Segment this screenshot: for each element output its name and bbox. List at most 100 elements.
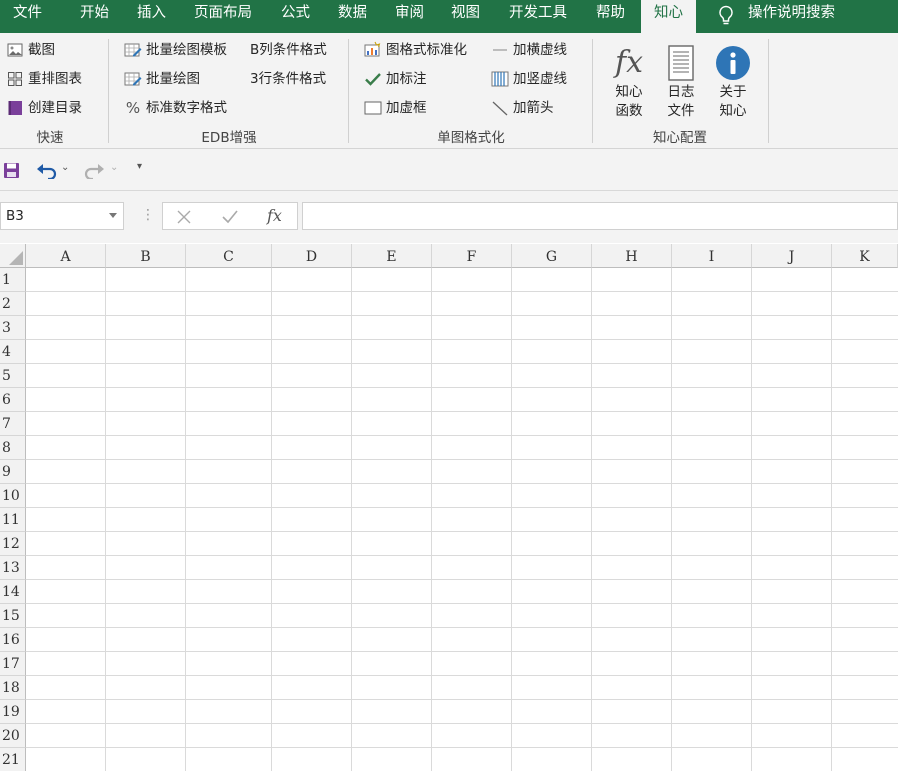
undo-icon[interactable] xyxy=(36,161,58,179)
ribbon: 截图 重排图表 创建目录 快速 批量绘图模板 批量绘图 % 标准数字格式 B列条… xyxy=(0,33,898,149)
screenshot-label: 截图 xyxy=(28,42,55,58)
column-header-c[interactable]: C xyxy=(186,244,272,268)
add-annotation-button[interactable]: 加标注 xyxy=(364,68,427,90)
row-header-5[interactable]: 5 xyxy=(0,364,26,388)
name-box[interactable]: B3 xyxy=(0,202,124,230)
group-label-format: 单图格式化 xyxy=(437,130,505,146)
tab-file[interactable]: 文件 xyxy=(13,0,42,33)
chart-format-standardize-button[interactable]: 图格式标准化 xyxy=(364,39,467,61)
row-header-12[interactable]: 12 xyxy=(0,532,26,556)
tab-data[interactable]: 数据 xyxy=(338,0,367,33)
enter-icon[interactable] xyxy=(222,210,238,224)
row-header-21[interactable]: 21 xyxy=(0,748,26,771)
gridline-horizontal xyxy=(26,339,898,340)
worksheet-grid[interactable]: A B C D E F G H I J K 1 2 3 4 5 6 7 8 9 10 11 12 13 14 15 16 17 18 19… xyxy=(0,244,898,771)
gridline-horizontal xyxy=(26,435,898,436)
gridline-horizontal xyxy=(26,459,898,460)
row-header-1[interactable]: 1 xyxy=(0,268,26,292)
group-separator xyxy=(348,39,349,143)
row-header-7[interactable]: 7 xyxy=(0,412,26,436)
row-header-16[interactable]: 16 xyxy=(0,628,26,652)
row-header-20[interactable]: 20 xyxy=(0,724,26,748)
info-icon xyxy=(710,41,756,81)
save-icon[interactable] xyxy=(3,162,20,179)
column-header-h[interactable]: H xyxy=(592,244,672,268)
zhixin-functions-button[interactable]: fx 知心 函数 xyxy=(606,41,652,121)
add-dashed-box-label: 加虚框 xyxy=(386,100,427,116)
screenshot-button[interactable]: 截图 xyxy=(6,39,55,61)
column-header-e[interactable]: E xyxy=(352,244,432,268)
row-header-17[interactable]: 17 xyxy=(0,652,26,676)
row-header-2[interactable]: 2 xyxy=(0,292,26,316)
column-header-i[interactable]: I xyxy=(672,244,752,268)
insert-function-icon[interactable]: fx xyxy=(267,205,282,227)
row-header-10[interactable]: 10 xyxy=(0,484,26,508)
column-b-conditional-format-label: B列条件格式 xyxy=(250,42,327,58)
row-header-3[interactable]: 3 xyxy=(0,316,26,340)
tab-zhixin[interactable]: 知心 xyxy=(641,0,696,33)
gridline-horizontal xyxy=(26,747,898,748)
row-header-14[interactable]: 14 xyxy=(0,580,26,604)
row-header-8[interactable]: 8 xyxy=(0,436,26,460)
tab-review[interactable]: 审阅 xyxy=(395,0,424,33)
row-header-4[interactable]: 4 xyxy=(0,340,26,364)
gridline-horizontal xyxy=(26,507,898,508)
log-file-button[interactable]: 日志 文件 xyxy=(658,41,704,121)
redo-icon[interactable] xyxy=(83,161,105,179)
create-toc-button[interactable]: 创建目录 xyxy=(6,97,82,119)
about-zhixin-button[interactable]: 关于 知心 xyxy=(710,41,756,121)
batch-chart-template-button[interactable]: 批量绘图模板 xyxy=(124,39,227,61)
row-header-6[interactable]: 6 xyxy=(0,388,26,412)
gridline-horizontal xyxy=(26,363,898,364)
column-header-k[interactable]: K xyxy=(832,244,898,268)
column-header-a[interactable]: A xyxy=(26,244,106,268)
gridline-horizontal xyxy=(26,483,898,484)
column-header-j[interactable]: J xyxy=(752,244,832,268)
rearrange-charts-button[interactable]: 重排图表 xyxy=(6,68,82,90)
row-header-18[interactable]: 18 xyxy=(0,676,26,700)
add-horizontal-dashed-line-button[interactable]: 加横虚线 xyxy=(491,39,567,61)
tab-home[interactable]: 开始 xyxy=(80,0,109,33)
row-3-conditional-format-button[interactable]: 3行条件格式 xyxy=(250,68,326,90)
customize-qat-icon[interactable]: ▾ xyxy=(137,161,142,172)
add-vertical-dashed-line-button[interactable]: 加竖虚线 xyxy=(491,68,567,90)
column-b-conditional-format-button[interactable]: B列条件格式 xyxy=(250,39,327,61)
column-header-b[interactable]: B xyxy=(106,244,186,268)
log-file-label-1: 日志 xyxy=(667,84,695,100)
tab-help[interactable]: 帮助 xyxy=(596,0,625,33)
add-dashed-box-button[interactable]: 加虚框 xyxy=(364,97,427,119)
tab-developer[interactable]: 开发工具 xyxy=(509,0,567,33)
formula-buttons: fx xyxy=(162,202,298,230)
cancel-icon[interactable] xyxy=(177,210,191,224)
row-header-9[interactable]: 9 xyxy=(0,460,26,484)
tab-formulas[interactable]: 公式 xyxy=(281,0,310,33)
row-header-11[interactable]: 11 xyxy=(0,508,26,532)
gridline-vertical xyxy=(831,268,832,771)
column-header-d[interactable]: D xyxy=(272,244,352,268)
column-header-f[interactable]: F xyxy=(432,244,512,268)
quick-access-toolbar: ⌄ ⌄ ▾ xyxy=(0,149,898,191)
undo-dropdown-icon[interactable]: ⌄ xyxy=(61,162,69,173)
add-arrow-button[interactable]: 加箭头 xyxy=(491,97,554,119)
group-label-config: 知心配置 xyxy=(653,130,707,146)
select-all-button[interactable] xyxy=(0,244,26,268)
fx-icon: fx xyxy=(614,45,644,80)
chart-format-standardize-label: 图格式标准化 xyxy=(386,42,467,58)
group-label-edb: EDB增强 xyxy=(201,130,257,146)
redo-dropdown-icon[interactable]: ⌄ xyxy=(110,162,118,173)
create-toc-label: 创建目录 xyxy=(28,100,82,116)
gridline-vertical xyxy=(105,268,106,771)
tab-insert[interactable]: 插入 xyxy=(137,0,166,33)
formula-input[interactable] xyxy=(302,202,898,230)
standard-number-format-button[interactable]: % 标准数字格式 xyxy=(124,97,227,119)
tell-me-search[interactable]: 操作说明搜索 xyxy=(748,0,835,33)
row-header-13[interactable]: 13 xyxy=(0,556,26,580)
batch-chart-button[interactable]: 批量绘图 xyxy=(124,68,200,90)
tab-view[interactable]: 视图 xyxy=(451,0,480,33)
name-box-dropdown-icon[interactable] xyxy=(109,213,117,218)
row-header-15[interactable]: 15 xyxy=(0,604,26,628)
column-header-g[interactable]: G xyxy=(512,244,592,268)
vertical-dots-icon[interactable]: ⋮ xyxy=(141,206,155,224)
tab-page-layout[interactable]: 页面布局 xyxy=(194,0,252,33)
row-header-19[interactable]: 19 xyxy=(0,700,26,724)
